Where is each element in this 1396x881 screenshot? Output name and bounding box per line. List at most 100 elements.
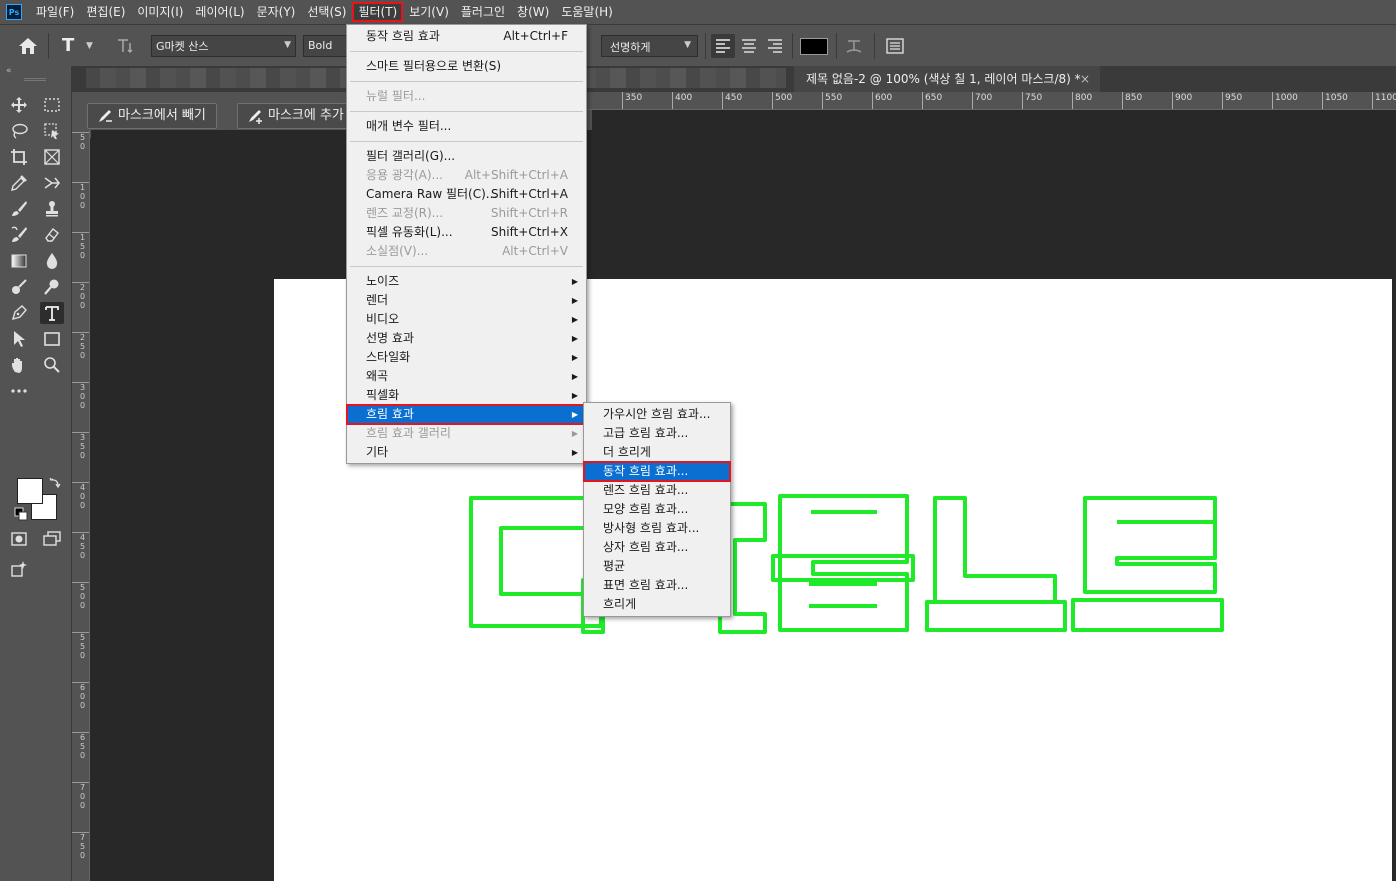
warp-text-icon[interactable] [844,37,864,55]
align-left-button[interactable] [711,34,735,58]
measure-tool-icon[interactable] [40,172,64,194]
subtract-from-mask-button[interactable]: 마스크에서 빼기 [87,103,217,129]
filter-menu-item[interactable]: 동작 흐림 효과 Alt+Ctrl+F [347,27,586,46]
menu-select[interactable]: 선택(S) [301,2,352,22]
type-tool-icon[interactable] [40,302,64,324]
menu-item-label: 기타 [366,445,389,459]
ruler-tick-label: 4 5 0 [72,532,89,560]
hand-tool-icon[interactable] [7,354,31,376]
blur-submenu: 가우시안 흐림 효과... 고급 흐림 효과... 더 흐리게 동작 흐림 효과...… [583,402,731,617]
character-panel-icon[interactable] [885,37,905,55]
menu-layer[interactable]: 레이어(L) [189,2,250,22]
filter-menu-item[interactable]: 렌더 ▶ [347,291,586,310]
filter-menu-item: 뉴럴 필터... [347,87,586,106]
filter-menu-item[interactable]: 기타 ▶ [347,443,586,462]
filter-menu-item[interactable]: 스마트 필터용으로 변환(S) [347,57,586,76]
align-center-icon[interactable] [740,37,758,55]
filter-menu-item[interactable]: 매개 변수 필터... [347,117,586,136]
gradient-tool-icon[interactable] [7,250,31,272]
menu-image[interactable]: 이미지(I) [131,2,189,22]
zoom-tool-icon[interactable] [40,354,64,376]
filter-menu-item[interactable]: 흐림 효과 ▶ [346,404,587,425]
ruler-tick-label: 3 5 0 [72,432,89,460]
menu-view[interactable]: 보기(V) [403,2,455,22]
submenu-arrow-icon: ▶ [571,410,578,419]
rectangle-tool-icon[interactable] [40,328,64,350]
default-colors-icon[interactable] [14,507,28,521]
ruler-tick-label: 450 [722,92,742,109]
menu-item-label: 흐림 효과 [366,407,414,421]
ruler-tick-label: 6 5 0 [72,732,89,760]
blur-tool-icon[interactable] [40,250,64,272]
filter-menu-item[interactable]: 스타일화 ▶ [347,348,586,367]
filter-menu-item[interactable]: 픽셀 유동화(L)... Shift+Ctrl+X [347,223,586,242]
blur-submenu-item[interactable]: 동작 흐림 효과... [583,461,731,482]
quick-mask-icon[interactable] [7,528,31,550]
path-selection-tool-icon[interactable] [7,328,31,350]
align-right-icon[interactable] [766,37,784,55]
text-orientation-icon[interactable] [115,37,135,55]
eyedropper-tool-icon[interactable] [7,172,31,194]
anti-alias-select[interactable]: 선명하게 ▼ [601,35,698,57]
menu-separator [350,51,583,52]
add-to-mask-button[interactable]: 마스크에 추가 [237,103,355,129]
menu-type[interactable]: 문자(Y) [251,2,302,22]
object-selection-tool-icon[interactable] [40,120,64,142]
ruler-tick-label: 1 5 0 [72,232,89,260]
filter-menu-item[interactable]: Camera Raw 필터(C)... Shift+Ctrl+A [347,185,586,204]
close-icon[interactable]: × [1080,66,1090,92]
filter-menu-item[interactable]: 노이즈 ▶ [347,272,586,291]
swap-colors-icon[interactable] [48,476,62,490]
blur-submenu-item[interactable]: 흐리게 [584,595,730,614]
filter-menu-item[interactable]: 비디오 ▶ [347,310,586,329]
filter-menu-item[interactable]: 필터 갤러리(G)... [347,147,586,166]
blur-submenu-item[interactable]: 렌즈 흐림 효과... [584,481,730,500]
blur-submenu-item[interactable]: 가우시안 흐림 효과... [584,405,730,424]
dodge-tool-icon[interactable] [7,276,31,298]
foreground-color-swatch[interactable] [17,478,43,504]
submenu-arrow-icon: ▶ [571,372,578,381]
menu-filter[interactable]: 필터(T) [352,2,404,22]
text-color-swatch[interactable] [800,38,828,55]
blur-submenu-item[interactable]: 평균 [584,557,730,576]
blur-submenu-item[interactable]: 더 흐리게 [584,443,730,462]
document-tab[interactable]: 제목 없음-2 @ 100% (색상 칠 1, 레이어 마스크/8) * × [794,66,1100,92]
collapse-panel-icon[interactable]: « [6,66,12,76]
text-tool-preset-icon[interactable]: T [62,35,74,57]
menu-edit[interactable]: 편집(E) [80,2,131,22]
eraser-tool-icon[interactable] [40,224,64,246]
more-tools-icon[interactable] [7,380,31,402]
menu-file[interactable]: 파일(F) [30,2,80,22]
blur-submenu-item[interactable]: 상자 흐림 효과... [584,538,730,557]
marquee-tool-icon[interactable] [40,94,64,116]
chevron-down-icon[interactable]: ▼ [86,41,93,63]
crop-tool-icon[interactable] [7,146,31,168]
generative-tool-icon[interactable] [7,558,31,580]
blur-submenu-item[interactable]: 표면 흐림 효과... [584,576,730,595]
blur-submenu-item[interactable]: 고급 흐림 효과... [584,424,730,443]
stamp-tool-icon[interactable] [40,198,64,220]
filter-menu-item[interactable]: 왜곡 ▶ [347,367,586,386]
home-icon[interactable] [18,37,38,55]
pen-tool-icon[interactable] [7,302,31,324]
vertical-ruler: 5 0 1 0 0 1 5 0 2 0 0 2 5 0 3 0 0 3 5 0 4 0 0 4 … [72,130,90,881]
menu-help[interactable]: 도움말(H) [555,2,619,22]
panel-grip[interactable] [24,78,46,81]
screen-mode-icon[interactable] [40,528,64,550]
submenu-arrow-icon: ▶ [571,296,578,305]
move-tool-icon[interactable] [7,94,31,116]
menu-plugins[interactable]: 플러그인 [455,2,511,22]
history-brush-tool-icon[interactable] [7,224,31,246]
font-family-select[interactable]: G마켓 산스 ▼ [151,35,296,57]
filter-menu-item[interactable]: 선명 효과 ▶ [347,329,586,348]
lasso-tool-icon[interactable] [7,120,31,142]
menu-window[interactable]: 창(W) [511,2,555,22]
blur-submenu-item[interactable]: 방사형 흐림 효과... [584,519,730,538]
blur-submenu-item[interactable]: 모양 흐림 효과... [584,500,730,519]
brush-tool-icon[interactable] [7,198,31,220]
ruler-tick-label: 850 [1122,92,1142,109]
menu-bar: Ps 파일(F) 편집(E) 이미지(I) 레이어(L) 문자(Y) 선택(S)… [0,0,1396,24]
frame-tool-icon[interactable] [40,146,64,168]
zoom-alt-tool-icon[interactable] [40,276,64,298]
filter-menu-item[interactable]: 픽셀화 ▶ [347,386,586,405]
